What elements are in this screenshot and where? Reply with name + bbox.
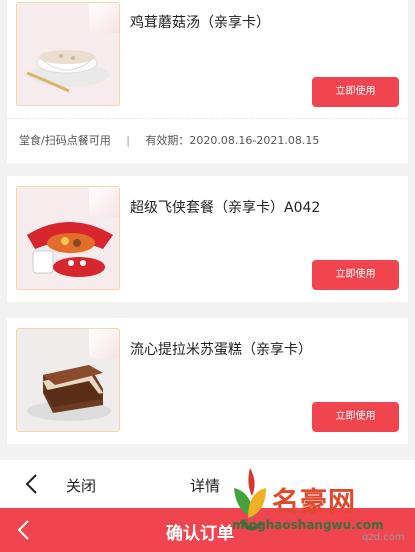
chevron-left-icon[interactable] [22, 473, 42, 495]
product-image-tiramisu-cake [16, 328, 120, 432]
coupon-footer: 堂食/扫码点餐可用 | 有效期：2020.08.16-2021.08.15 [7, 118, 408, 163]
coupon-card: 鸡茸蘑菇汤（亲享卡） 立即使用 堂食/扫码点餐可用 | 有效期：2020.08.… [7, 0, 408, 163]
product-title: 鸡茸蘑菇汤（亲享卡） [130, 15, 270, 31]
separator: | [126, 134, 130, 147]
use-now-button[interactable]: 立即使用 [312, 402, 399, 432]
usage-info: 堂食/扫码点餐可用 [19, 134, 111, 147]
details-button[interactable]: 详情 [190, 475, 220, 496]
use-now-button[interactable]: 立即使用 [312, 77, 399, 107]
product-title: 超级飞侠套餐（亲享卡）A042 [130, 200, 321, 216]
validity-period: 有效期：2020.08.16-2021.08.15 [145, 134, 320, 147]
product-image-super-wings-meal [16, 186, 120, 290]
close-button[interactable]: 关闭 [66, 475, 96, 496]
coupon-card: 流心提拉米苏蛋糕（亲享卡） 立即使用 [7, 318, 408, 444]
watermark-small-text: qzd.com [362, 532, 405, 543]
use-now-button[interactable]: 立即使用 [312, 260, 399, 290]
watermark-site: minghaoshangwu.com [232, 518, 384, 532]
site-watermark: 名豪网 minghaoshangwu.com qzd.com [222, 462, 412, 550]
coupon-card: 超级飞侠套餐（亲享卡）A042 立即使用 [7, 176, 408, 302]
product-image-mushroom-soup [16, 2, 120, 106]
product-title: 流心提拉米苏蛋糕（亲享卡） [130, 342, 312, 358]
watermark-name: 名豪网 [272, 487, 356, 518]
back-arrow-icon[interactable] [14, 519, 34, 541]
